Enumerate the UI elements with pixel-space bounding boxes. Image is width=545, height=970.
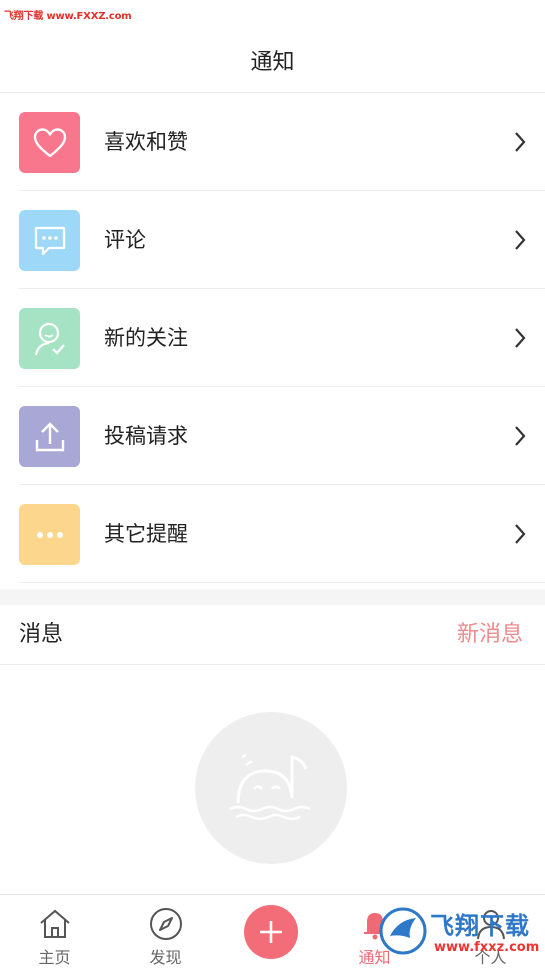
bottom-watermark: 飞翔下载 www.fxxz.com (378, 900, 543, 966)
notification-label: 评论 (104, 228, 146, 252)
add-post-button[interactable] (244, 905, 298, 959)
tab-discover[interactable]: 发现 (111, 895, 220, 970)
messages-header: 消息 新消息 (0, 605, 545, 665)
new-message-button[interactable]: 新消息 (457, 605, 523, 664)
plus-icon (260, 921, 282, 943)
watermark-url: www.fxxz.com (434, 940, 540, 955)
notification-label: 喜欢和赞 (104, 130, 188, 154)
notification-item-submissions[interactable]: 投稿请求 (0, 387, 545, 485)
tab-home[interactable]: 主页 (0, 895, 109, 970)
chevron-right-icon (515, 230, 526, 250)
more-icon (19, 504, 80, 565)
chevron-right-icon (515, 328, 526, 348)
notification-item-others[interactable]: 其它提醒 (0, 485, 545, 583)
notification-list: 喜欢和赞 评论 新的关注 投稿请求 其它提醒 (0, 93, 545, 583)
chevron-right-icon (515, 524, 526, 544)
notification-item-follows[interactable]: 新的关注 (0, 289, 545, 387)
notification-item-comments[interactable]: 评论 (0, 191, 545, 289)
section-divider (0, 589, 545, 605)
tab-label: 发现 (149, 948, 182, 967)
messages-title: 消息 (19, 622, 64, 647)
top-watermark: 飞翔下载 www.FXXZ.com (4, 11, 132, 22)
watermark-text: 飞翔下载 (430, 912, 530, 940)
chevron-right-icon (515, 426, 526, 446)
home-icon (39, 909, 70, 938)
watermark-logo-icon (379, 907, 427, 955)
upload-icon (19, 406, 80, 467)
whale-icon (229, 753, 311, 821)
notification-label: 新的关注 (104, 326, 188, 350)
comment-icon (19, 210, 80, 271)
chevron-right-icon (515, 132, 526, 152)
user-check-icon (19, 308, 80, 369)
tab-label: 主页 (38, 948, 71, 967)
heart-icon (19, 112, 80, 173)
notification-item-likes[interactable]: 喜欢和赞 (0, 93, 545, 191)
notification-label: 投稿请求 (104, 424, 188, 448)
page-header: 通知 (0, 28, 545, 93)
empty-state (195, 712, 347, 864)
compass-icon (149, 908, 182, 940)
notification-label: 其它提醒 (104, 522, 188, 546)
page-title: 通知 (250, 50, 295, 75)
